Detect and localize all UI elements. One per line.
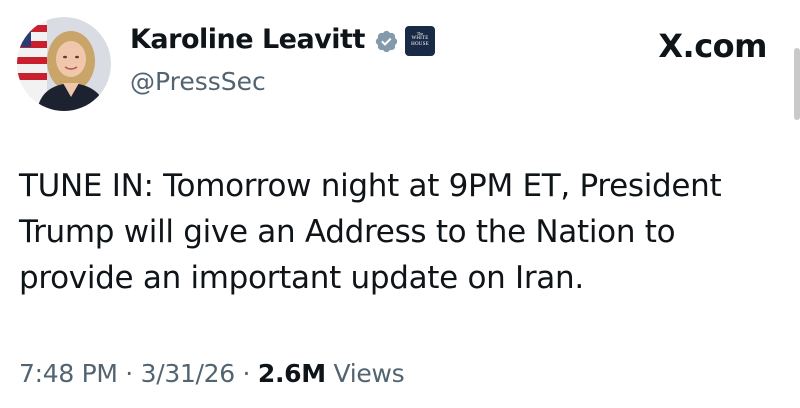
views-label: Views bbox=[333, 359, 405, 388]
meta-separator: · bbox=[242, 359, 251, 388]
views-count: 2.6M bbox=[257, 359, 326, 388]
tweet-meta: 7:48 PM · 3/31/26 · 2.6M Views bbox=[19, 356, 405, 392]
author-handle[interactable]: @PressSec bbox=[130, 64, 266, 100]
author-display-name[interactable]: Karoline Leavitt bbox=[130, 20, 365, 60]
tweet-text: TUNE IN: Tomorrow night at 9PM ET, Presi… bbox=[19, 168, 722, 296]
meta-separator: · bbox=[125, 359, 133, 388]
avatar[interactable] bbox=[17, 17, 111, 111]
tweet-time[interactable]: 7:48 PM bbox=[19, 359, 118, 388]
avatar-image bbox=[17, 17, 111, 111]
white-house-badge-icon[interactable]: The WHITE HOUSE bbox=[405, 26, 435, 56]
tweet-card: Karoline Leavitt The WHITE HOUSE @PressS… bbox=[0, 0, 800, 408]
scrollbar[interactable] bbox=[794, 48, 800, 120]
verified-badge-icon[interactable] bbox=[374, 29, 399, 54]
affiliate-badge-line3: HOUSE bbox=[411, 42, 429, 47]
tweet-date[interactable]: 3/31/26 bbox=[141, 359, 236, 388]
source-label: X.com bbox=[658, 27, 767, 65]
